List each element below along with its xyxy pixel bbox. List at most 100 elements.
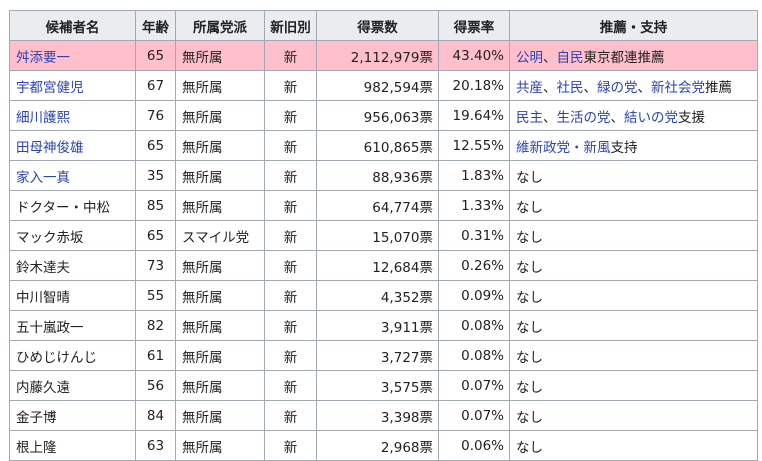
candidate-party: 無所属 [175, 160, 265, 191]
endorsement-text: なし [516, 229, 543, 246]
candidate-status: 新 [264, 310, 317, 341]
candidate-age: 65 [135, 220, 176, 251]
endorsement-text: 推薦 [705, 79, 732, 96]
candidate-age: 56 [135, 370, 176, 401]
candidate-name: 舛添要一 [9, 40, 136, 71]
candidate-name: 金子博 [9, 400, 136, 431]
candidate-party: 無所属 [175, 430, 265, 461]
candidate-age: 67 [135, 70, 176, 101]
table-row: 家入一真 35 無所属新 88,936票 1.83% なし [9, 160, 758, 191]
candidate-party: 無所属 [175, 310, 265, 341]
candidate-vote-share: 0.06% [438, 430, 510, 461]
candidate-party: 無所属 [175, 400, 265, 431]
table-row: 五十嵐政一 82 無所属新 3,911票 0.08% なし [9, 310, 758, 341]
candidate-age: 55 [135, 280, 176, 311]
endorsement-link[interactable]: 結いの党 [624, 110, 678, 126]
endorsement-text: 支持 [610, 139, 638, 156]
endorsement-text: なし [516, 289, 543, 306]
endorsement-text: 支援 [678, 109, 705, 126]
candidate-name: 宇都宮健児 [9, 70, 136, 101]
candidate-status: 新 [264, 100, 317, 131]
candidate-name: 内藤久遠 [9, 370, 136, 401]
candidate-name-link[interactable]: 舛添要一 [16, 50, 70, 66]
candidate-status: 新 [264, 40, 317, 71]
candidate-vote-share: 12.55% [438, 130, 510, 161]
candidate-endorsement: 公明、自民東京都連推薦 [509, 40, 758, 71]
candidate-votes: 956,063票 [316, 100, 439, 131]
candidate-endorsement: なし [509, 160, 758, 191]
candidate-party: 無所属 [175, 370, 265, 401]
endorsement-text: 、 [543, 49, 557, 66]
candidate-name-text: 五十嵐政一 [16, 319, 84, 336]
endorsement-link[interactable]: 民主 [516, 110, 543, 126]
candidate-name: 細川護熙 [9, 100, 136, 131]
candidate-endorsement: なし [509, 430, 758, 461]
candidate-name: 田母神俊雄 [9, 130, 136, 161]
header-votes: 得票数 [316, 10, 439, 41]
table-row: 宇都宮健児 67 無所属新 982,594票 20.18% 共産、社民、緑の党、新社会党推… [9, 70, 758, 101]
candidate-name-link[interactable]: 田母神俊雄 [16, 140, 84, 156]
candidate-party: 無所属 [175, 130, 265, 161]
endorsement-link[interactable]: 緑の党 [597, 80, 638, 96]
endorsement-text: なし [516, 349, 543, 366]
header-vote-share: 得票率 [438, 10, 510, 41]
table-row: 鈴木達夫 73 無所属新 12,684票 0.26% なし [9, 250, 758, 281]
endorsement-text: なし [516, 379, 543, 396]
candidate-name-text: 根上隆 [16, 439, 57, 456]
candidate-endorsement: なし [509, 400, 758, 431]
candidate-name: 五十嵐政一 [9, 310, 136, 341]
candidate-vote-share: 0.31% [438, 220, 510, 251]
candidate-vote-share: 1.83% [438, 160, 510, 191]
endorsement-link[interactable]: 共産 [516, 80, 543, 96]
table-row: 根上隆 63 無所属新 2,968票 0.06% なし [9, 430, 758, 461]
endorsement-text: なし [516, 439, 543, 456]
candidate-name: 中川智晴 [9, 280, 136, 311]
candidate-name: 根上隆 [9, 430, 136, 461]
endorsement-link[interactable]: 新社会党 [651, 80, 705, 96]
candidate-votes: 3,398票 [316, 400, 439, 431]
candidate-votes: 12,684票 [316, 250, 439, 281]
endorsement-text: 、 [543, 109, 557, 126]
candidate-name-link[interactable]: 細川護熙 [16, 110, 70, 126]
candidate-vote-share: 0.26% [438, 250, 510, 281]
candidate-party: 無所属 [175, 340, 265, 371]
candidate-endorsement: 維新政党・新風支持 [509, 130, 758, 161]
candidate-name-link[interactable]: 家入一真 [16, 170, 70, 186]
candidate-party: 無所属 [175, 100, 265, 131]
candidate-endorsement: なし [509, 280, 758, 311]
candidate-endorsement: なし [509, 250, 758, 281]
candidate-name: ドクター・中松 [9, 190, 136, 221]
candidate-status: 新 [264, 220, 317, 251]
candidate-party: 無所属 [175, 190, 265, 221]
candidate-status: 新 [264, 190, 317, 221]
candidate-age: 73 [135, 250, 176, 281]
endorsement-link[interactable]: 社民 [557, 80, 584, 96]
header-candidate-name: 候補者名 [9, 10, 136, 41]
candidate-status: 新 [264, 250, 317, 281]
candidate-endorsement: なし [509, 370, 758, 401]
endorsement-text: なし [516, 319, 543, 336]
endorsement-link[interactable]: 生活の党 [557, 110, 611, 126]
candidate-status: 新 [264, 340, 317, 371]
candidate-endorsement: なし [509, 220, 758, 251]
candidate-status: 新 [264, 430, 317, 461]
candidate-endorsement: なし [509, 340, 758, 371]
candidate-name-text: 鈴木達夫 [16, 259, 70, 276]
candidate-age: 61 [135, 340, 176, 371]
endorsement-text: 、 [637, 79, 652, 96]
table-row: ドクター・中松 85 無所属新 64,774票 1.33% なし [9, 190, 758, 221]
table-row: 内藤久遠 56 無所属新 3,575票 0.07% なし [9, 370, 758, 401]
candidate-party: 無所属 [175, 70, 265, 101]
candidate-status: 新 [264, 70, 317, 101]
candidate-age: 35 [135, 160, 176, 191]
endorsement-link[interactable]: 公明 [516, 50, 543, 66]
candidate-age: 65 [135, 130, 176, 161]
endorsement-link[interactable]: 維新政党・新風 [516, 140, 611, 156]
table-row: 舛添要一 65 無所属新 2,112,979票 43.40% 公明、自民東京都連推薦 [9, 40, 758, 71]
candidate-status: 新 [264, 130, 317, 161]
candidate-party: 無所属 [175, 250, 265, 281]
endorsement-text: なし [516, 409, 543, 426]
candidate-name-text: 金子博 [16, 409, 57, 426]
endorsement-link[interactable]: 自民 [557, 50, 584, 66]
candidate-name-link[interactable]: 宇都宮健児 [16, 80, 84, 96]
